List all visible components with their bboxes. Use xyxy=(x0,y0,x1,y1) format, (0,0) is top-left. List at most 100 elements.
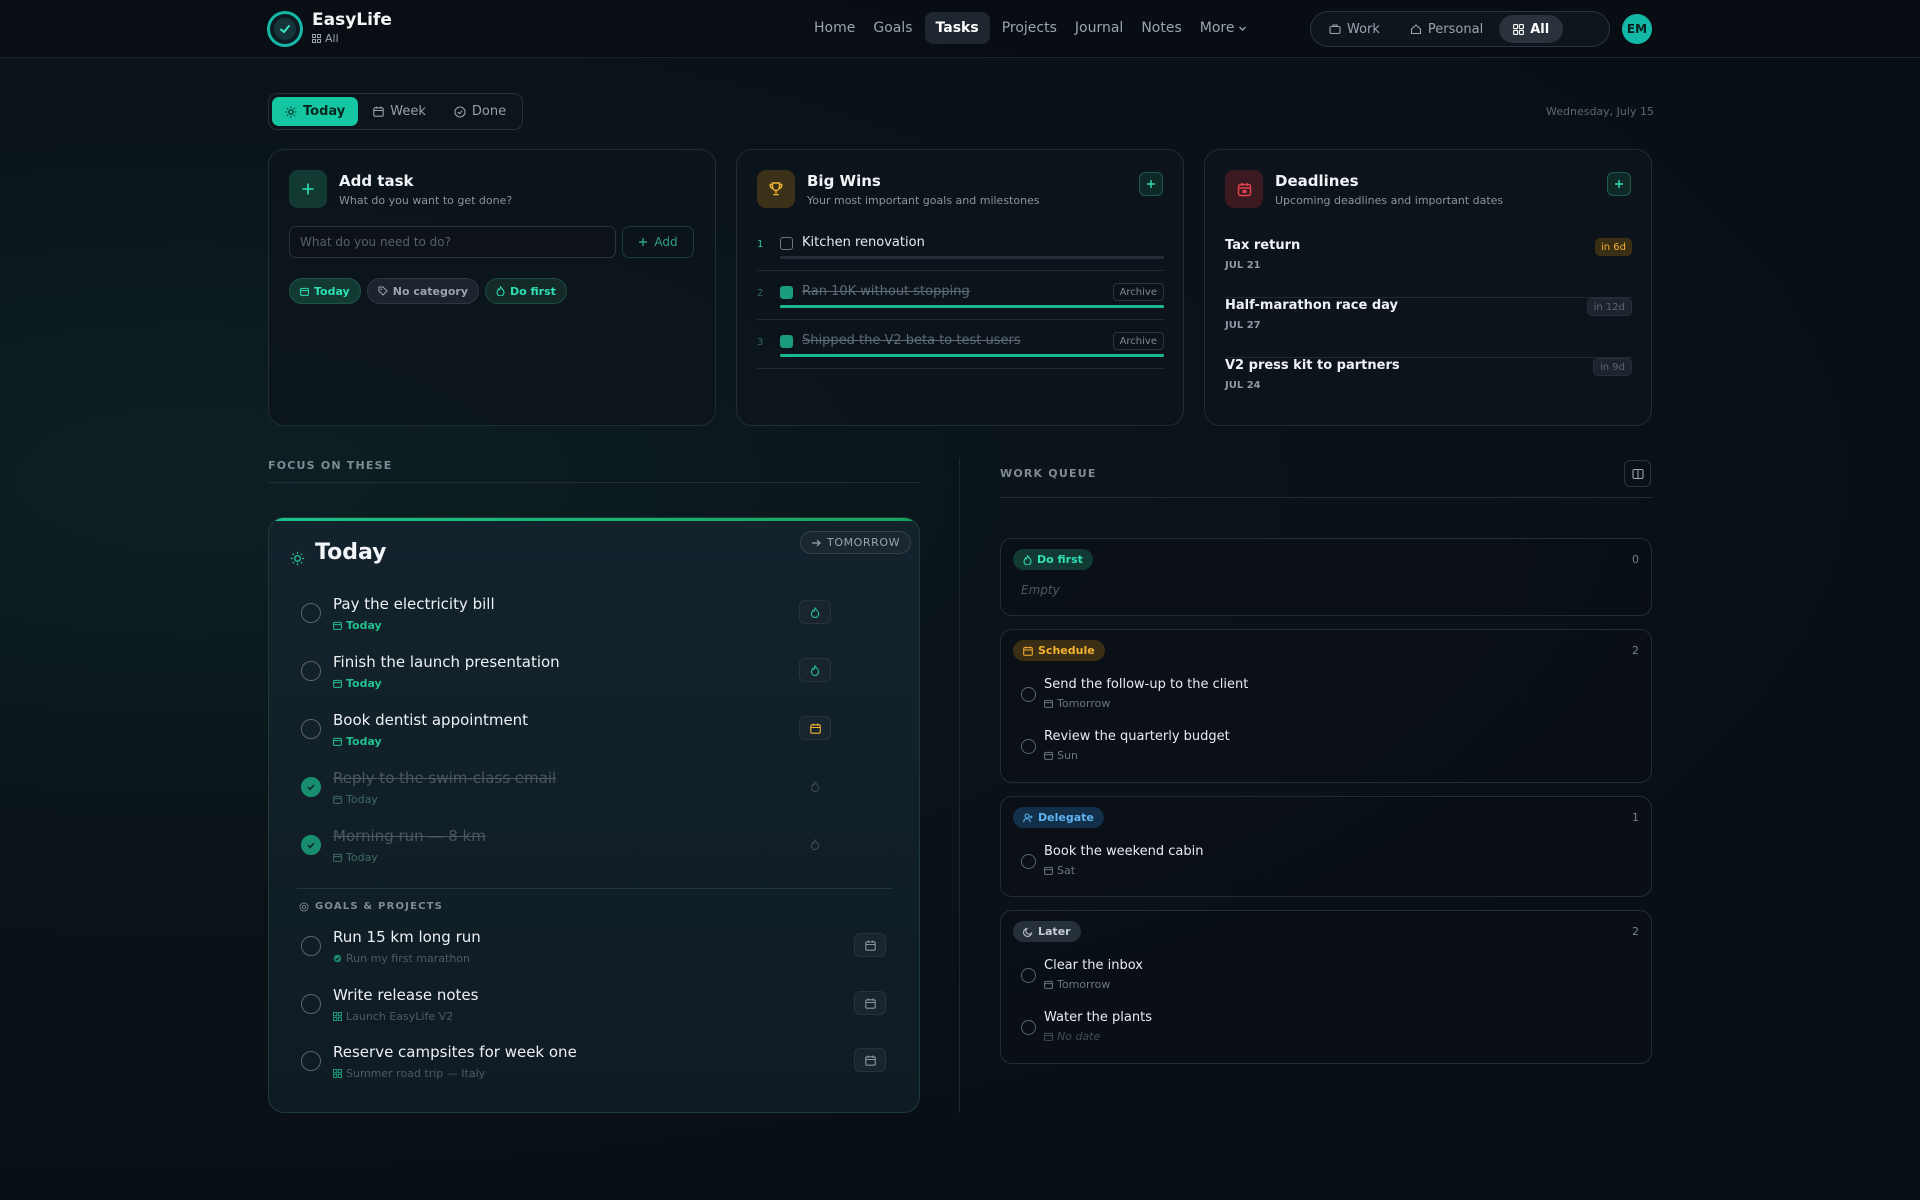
deadline-date: JUL 27 xyxy=(1225,320,1261,331)
context-work[interactable]: Work xyxy=(1315,15,1394,43)
deadline-item[interactable]: Tax return JUL 21 in 6d xyxy=(1225,238,1632,298)
archive-button[interactable]: Archive xyxy=(1112,332,1164,350)
queue-item[interactable]: Review the quarterly budget Sun xyxy=(1021,727,1621,771)
task-checkbox[interactable] xyxy=(1021,854,1036,869)
add-big-win-button[interactable] xyxy=(1139,172,1163,196)
queue-item[interactable]: Clear the inbox Tomorrow xyxy=(1021,956,1621,1000)
nav-goals[interactable]: Goals xyxy=(867,12,918,44)
queue-item[interactable]: Water the plants No date xyxy=(1021,1008,1621,1052)
task-meta-text: Today xyxy=(346,677,382,690)
nav-journal[interactable]: Journal xyxy=(1069,12,1129,44)
calendar-icon xyxy=(864,998,876,1009)
task-checkbox[interactable] xyxy=(301,936,321,956)
task-action-button[interactable] xyxy=(799,600,831,624)
task-checkbox[interactable] xyxy=(1021,687,1036,702)
big-win-checkbox[interactable] xyxy=(780,335,793,348)
view-tabs: Today Week Done xyxy=(268,93,524,130)
queue-tag-do-first: Do first xyxy=(1013,549,1093,570)
goal-task-row[interactable]: Run 15 km long run Run my first marathon xyxy=(301,926,886,976)
queue-empty-text: Empty xyxy=(1021,583,1060,597)
add-deadline-button[interactable] xyxy=(1607,172,1631,196)
task-action-button[interactable] xyxy=(799,774,831,798)
task-checkbox[interactable] xyxy=(301,719,321,739)
tab-today[interactable]: Today xyxy=(272,97,359,126)
work-queue-label: WORK QUEUE xyxy=(1000,467,1097,480)
queue-item[interactable]: Book the weekend cabin Sat xyxy=(1021,842,1621,886)
task-checkbox[interactable] xyxy=(301,835,321,855)
task-row[interactable]: Finish the launch presentation Today xyxy=(301,651,861,701)
task-row[interactable]: Reply to the swim-class email Today xyxy=(301,767,861,817)
task-action-button[interactable] xyxy=(799,716,831,740)
queue-group-do-first: Do first 0 Empty xyxy=(1000,538,1652,616)
target-icon xyxy=(333,954,342,963)
calendar-icon xyxy=(864,940,876,951)
chip-today[interactable]: Today xyxy=(289,278,361,304)
goal-task-row[interactable]: Reserve campsites for week one Summer ro… xyxy=(301,1041,886,1091)
deadline-badge: in 12d xyxy=(1586,298,1632,316)
avatar[interactable]: EM xyxy=(1622,14,1652,44)
nav-tasks[interactable]: Tasks xyxy=(924,12,990,44)
task-row[interactable]: Pay the electricity bill Today xyxy=(301,593,861,643)
task-checkbox[interactable] xyxy=(301,661,321,681)
task-checkbox[interactable] xyxy=(1021,739,1036,754)
divider xyxy=(757,270,1164,271)
grid-icon xyxy=(312,34,321,43)
move-to-tomorrow-button[interactable]: TOMORROW xyxy=(800,531,912,554)
tab-week[interactable]: Week xyxy=(360,97,439,126)
big-win-text[interactable]: Ran 10K without stopping xyxy=(802,284,970,299)
schedule-button[interactable] xyxy=(854,933,886,957)
big-win-checkbox[interactable] xyxy=(780,286,793,299)
task-checkbox[interactable] xyxy=(1021,1020,1036,1035)
task-action-button[interactable] xyxy=(799,658,831,682)
add-task-subtitle: What do you want to get done? xyxy=(339,194,513,207)
trophy-icon xyxy=(757,170,795,208)
nav-notes[interactable]: Notes xyxy=(1135,12,1187,44)
task-row[interactable]: Book dentist appointment Today xyxy=(301,709,861,759)
context-personal-label: Personal xyxy=(1427,21,1484,37)
current-date: Wednesday, July 15 xyxy=(1546,105,1654,118)
queue-item[interactable]: Send the follow-up to the client Tomorro… xyxy=(1021,675,1621,719)
big-win-text[interactable]: Kitchen renovation xyxy=(802,235,925,250)
big-win-text[interactable]: Shipped the V2 beta to test users xyxy=(802,333,1021,348)
context-personal[interactable]: Personal xyxy=(1396,15,1497,43)
archive-button[interactable]: Archive xyxy=(1112,283,1164,301)
big-wins-card: Big Wins Your most important goals and m… xyxy=(736,149,1184,426)
deadline-item[interactable]: V2 press kit to partners JUL 24 in 9d xyxy=(1225,358,1632,418)
tab-done[interactable]: Done xyxy=(441,97,519,126)
add-button-label: Add xyxy=(654,235,678,249)
chip-category[interactable]: No category xyxy=(366,278,480,304)
task-checkbox[interactable] xyxy=(301,777,321,797)
goal-task-row[interactable]: Write release notes Launch EasyLife V2 xyxy=(301,984,886,1034)
big-win-checkbox[interactable] xyxy=(780,237,793,250)
layout-toggle-button[interactable] xyxy=(1624,460,1651,487)
panel-accent-line xyxy=(269,518,919,521)
task-checkbox[interactable] xyxy=(301,1051,321,1071)
task-action-button[interactable] xyxy=(799,832,831,856)
task-input[interactable]: What do you need to do? xyxy=(289,226,616,258)
nav-projects[interactable]: Projects xyxy=(996,12,1063,44)
queue-item-name: Review the quarterly budget xyxy=(1044,729,1230,744)
plus-icon xyxy=(1615,180,1623,188)
task-checkbox[interactable] xyxy=(1021,968,1036,983)
task-checkbox[interactable] xyxy=(301,603,321,623)
deadline-item[interactable]: Half-marathon race day JUL 27 in 12d xyxy=(1225,298,1632,358)
task-row[interactable]: Morning run — 8 km Today xyxy=(301,825,861,875)
nav-home[interactable]: Home xyxy=(808,12,861,44)
calendar-icon xyxy=(300,287,309,296)
check-icon xyxy=(307,784,315,791)
arrow-right-icon xyxy=(812,539,821,546)
task-meta: Launch EasyLife V2 xyxy=(333,1010,453,1023)
context-all[interactable]: All xyxy=(1499,15,1564,43)
task-name: Finish the launch presentation xyxy=(333,653,560,671)
app-logo[interactable] xyxy=(267,11,303,47)
nav-more[interactable]: More xyxy=(1194,12,1254,44)
chip-priority[interactable]: Do first xyxy=(485,278,567,304)
queue-item-date: Sat xyxy=(1057,864,1076,877)
flame-icon xyxy=(496,286,505,296)
schedule-button[interactable] xyxy=(854,1048,886,1072)
schedule-button[interactable] xyxy=(854,991,886,1015)
task-checkbox[interactable] xyxy=(301,994,321,1014)
goals-projects-label: GOALS & PROJECTS xyxy=(315,901,444,912)
add-button[interactable]: Add xyxy=(622,226,694,258)
task-name: Reserve campsites for week one xyxy=(333,1043,577,1061)
